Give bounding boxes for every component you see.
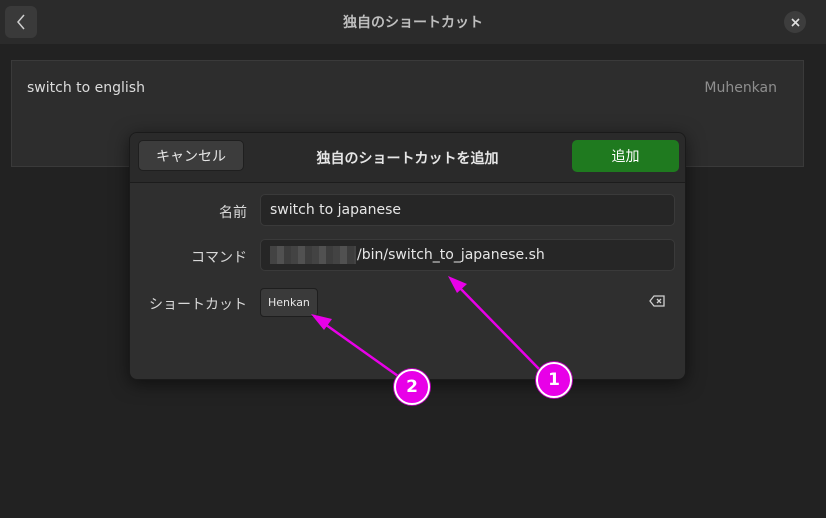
annotation-arrows	[311, 276, 541, 378]
arrow-1	[448, 276, 541, 371]
arrow-2	[311, 314, 399, 378]
annotation-badge-1: 1	[536, 362, 572, 398]
annotation-badge-2: 2	[394, 369, 430, 405]
